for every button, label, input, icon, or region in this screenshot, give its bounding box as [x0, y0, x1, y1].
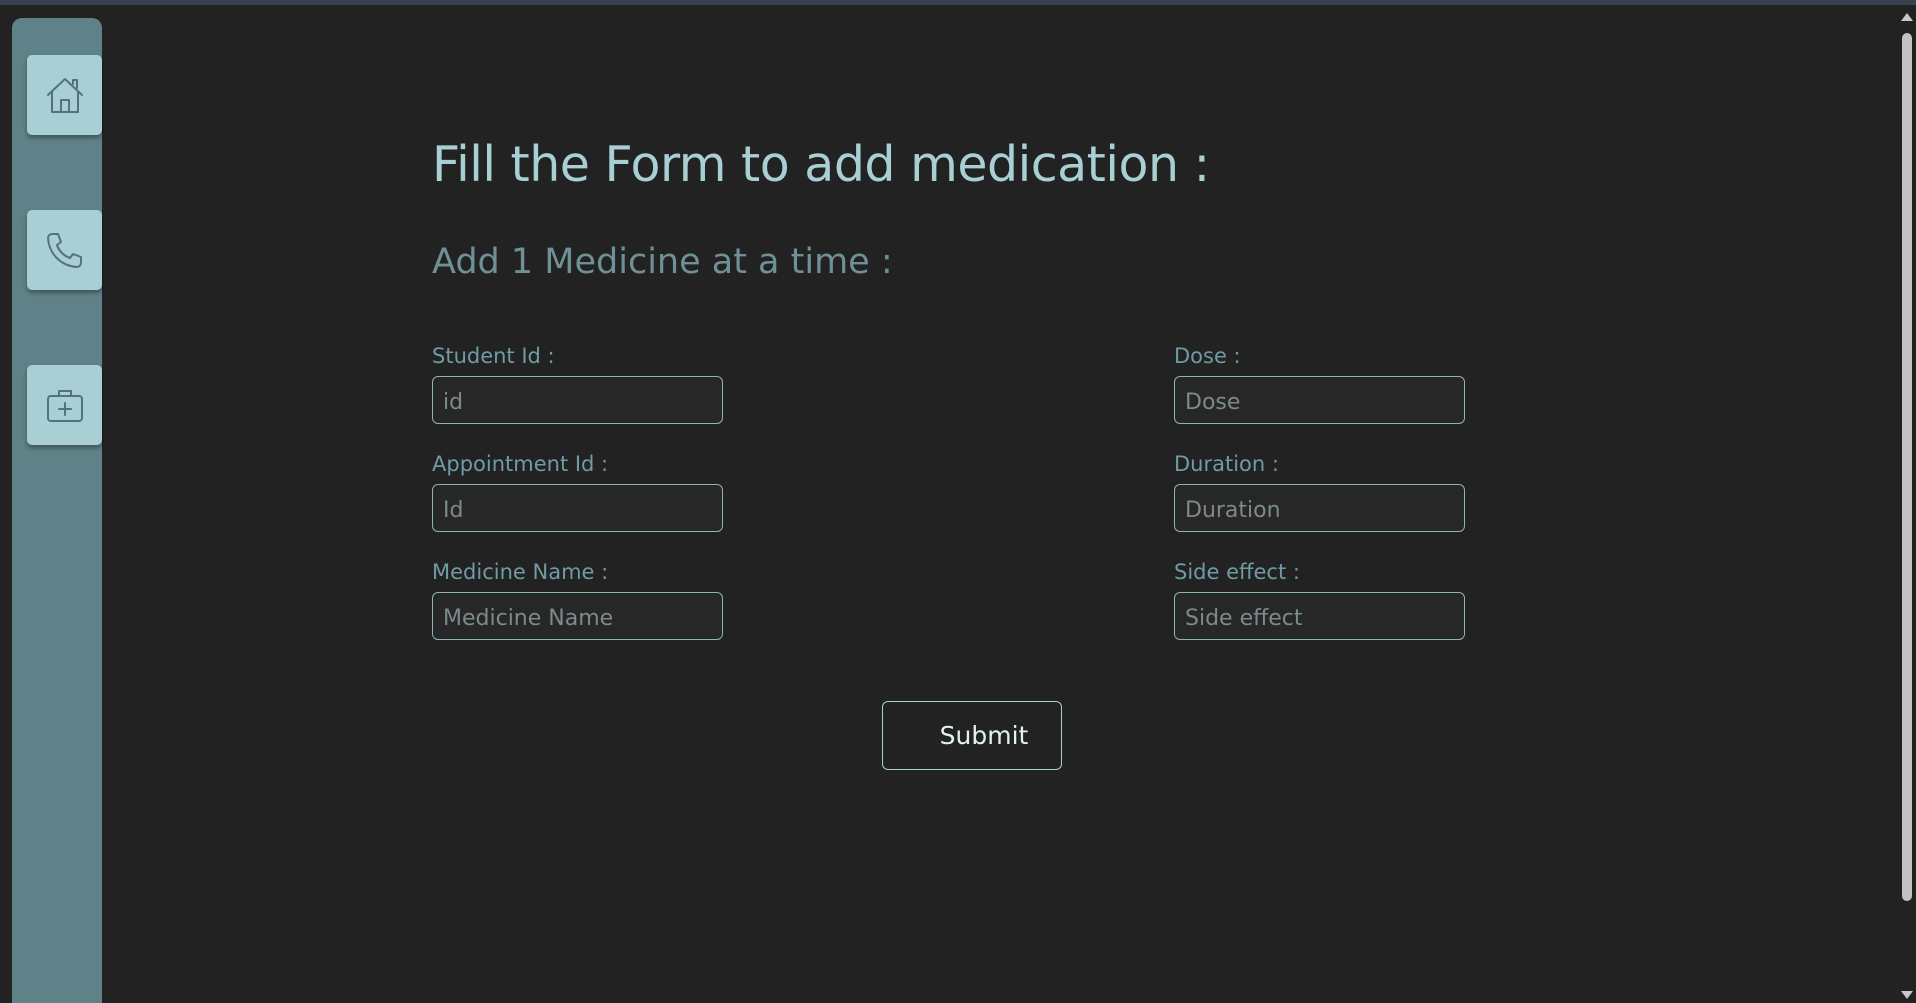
medicine-name-label: Medicine Name : — [432, 560, 609, 584]
medical-kit-icon — [46, 390, 83, 422]
side-effect-input[interactable] — [1174, 592, 1465, 640]
side-effect-label: Side effect : — [1174, 560, 1300, 584]
phone-icon — [46, 233, 82, 268]
duration-label: Duration : — [1174, 452, 1279, 476]
sidebar-item-medication[interactable] — [27, 365, 102, 445]
student-id-input[interactable] — [432, 376, 723, 424]
medicine-name-input[interactable] — [432, 592, 723, 640]
sidebar-item-contact[interactable] — [27, 210, 102, 290]
submit-button[interactable]: Submit — [882, 701, 1062, 770]
window-top-border — [0, 0, 1916, 5]
home-icon — [46, 78, 83, 113]
sidebar-item-home[interactable] — [27, 55, 102, 135]
vertical-scrollbar[interactable] — [1898, 5, 1916, 1003]
form-subtitle: Add 1 Medicine at a time : — [432, 242, 893, 282]
dose-input[interactable] — [1174, 376, 1465, 424]
appointment-id-label: Appointment Id : — [432, 452, 609, 476]
student-id-label: Student Id : — [432, 344, 555, 368]
sidebar — [12, 18, 102, 1003]
scroll-down-arrow-icon[interactable] — [1901, 991, 1913, 999]
appointment-id-input[interactable] — [432, 484, 723, 532]
scroll-thumb[interactable] — [1902, 33, 1912, 901]
scroll-up-arrow-icon[interactable] — [1901, 13, 1913, 21]
duration-input[interactable] — [1174, 484, 1465, 532]
dose-label: Dose : — [1174, 344, 1241, 368]
page-title: Fill the Form to add medication : — [432, 136, 1210, 193]
